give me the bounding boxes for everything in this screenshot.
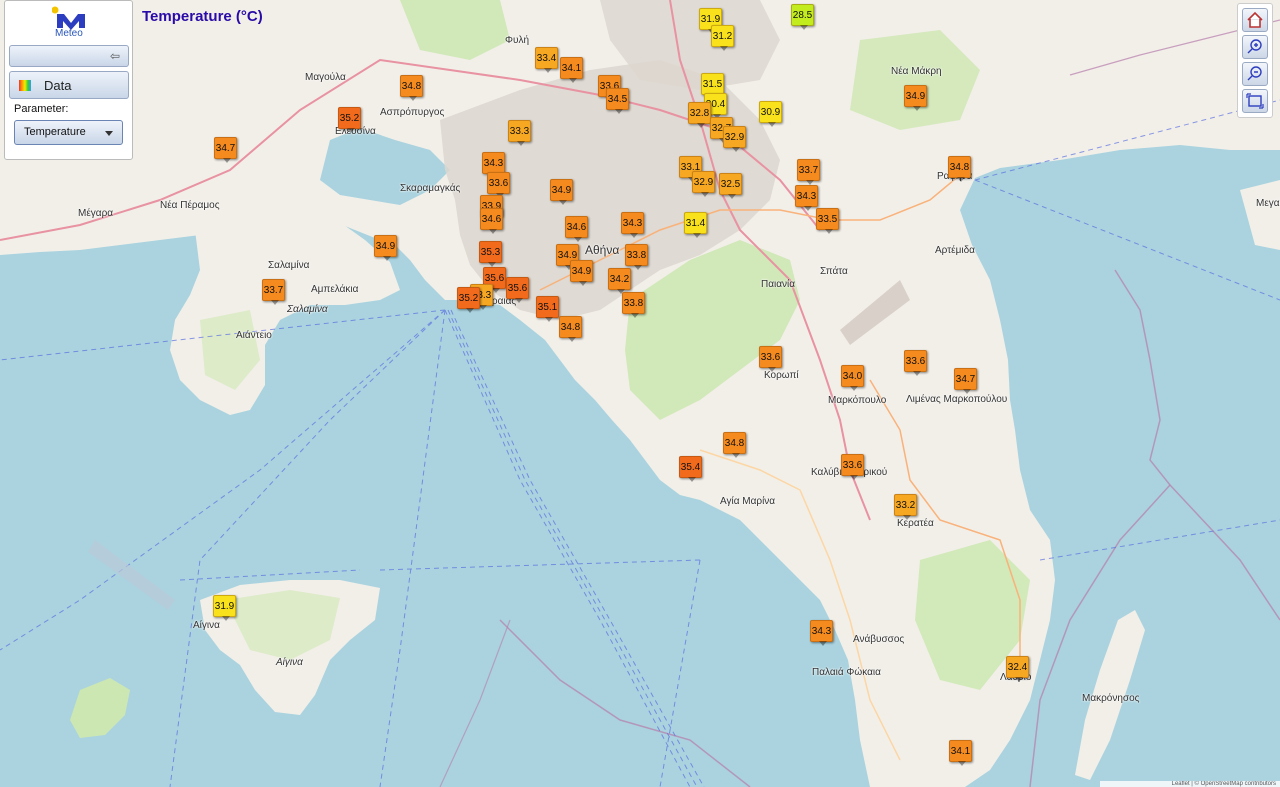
place-label: Μαγούλα xyxy=(305,72,346,83)
zoom-in-button[interactable] xyxy=(1242,35,1268,59)
temperature-marker[interactable]: 32.4 xyxy=(1006,656,1029,682)
data-button[interactable]: Data xyxy=(9,71,129,99)
temperature-marker[interactable]: 35.2 xyxy=(457,287,480,313)
temperature-marker[interactable]: 34.3 xyxy=(621,212,644,238)
temperature-marker[interactable]: 35.1 xyxy=(536,296,559,322)
temperature-marker[interactable]: 34.3 xyxy=(795,185,818,211)
place-label: Παλαιά Φώκαια xyxy=(812,667,881,678)
place-label: Αγία Μαρίνα xyxy=(720,496,776,507)
place-label: Αρτέμιδα xyxy=(935,245,975,256)
place-label: Φυλή xyxy=(505,35,530,46)
place-label: Αιάντειο xyxy=(236,330,272,341)
temperature-marker[interactable]: 33.2 xyxy=(894,494,917,520)
temperature-marker[interactable]: 34.5 xyxy=(606,88,629,114)
place-label: Ασπρόπυργος xyxy=(380,107,445,118)
temperature-marker[interactable]: 34.9 xyxy=(550,179,573,205)
place-label: Μέγαρα xyxy=(78,208,114,219)
temperature-marker[interactable]: 35.6 xyxy=(506,277,529,303)
chevron-down-icon xyxy=(105,131,113,136)
temperature-marker[interactable]: 34.1 xyxy=(949,740,972,766)
temperature-marker[interactable]: 31.4 xyxy=(684,212,707,238)
temperature-marker[interactable]: 32.9 xyxy=(692,171,715,197)
place-label: Σκαραμαγκάς xyxy=(400,183,461,194)
temperature-marker[interactable]: 34.7 xyxy=(214,137,237,163)
zoom-out-icon xyxy=(1247,66,1262,81)
temperature-marker[interactable]: 34.3 xyxy=(810,620,833,646)
logo-text: Meteo xyxy=(55,28,83,39)
temperature-marker[interactable]: 34.8 xyxy=(948,156,971,182)
temperature-marker[interactable]: 34.8 xyxy=(400,75,423,101)
place-label: Παιανία xyxy=(761,279,796,290)
zoom-in-icon xyxy=(1247,39,1262,54)
map-canvas[interactable] xyxy=(0,0,1280,787)
control-panel: Meteo ⇦ Data Parameter: Temperature xyxy=(4,0,133,160)
place-label: Σαλαμίνα xyxy=(268,260,310,271)
map-title: Temperature (°C) xyxy=(142,8,263,25)
temperature-marker[interactable]: 32.9 xyxy=(723,126,746,152)
place-label: Σπάτα xyxy=(820,266,848,277)
temperature-marker[interactable]: 33.6 xyxy=(904,350,927,376)
temperature-marker[interactable]: 34.8 xyxy=(559,316,582,342)
temperature-marker[interactable]: 35.3 xyxy=(479,241,502,267)
temperature-marker[interactable]: 33.4 xyxy=(535,47,558,73)
parameter-label: Parameter: xyxy=(14,103,69,115)
temperature-marker[interactable]: 33.8 xyxy=(622,292,645,318)
city-label: Αθήνα xyxy=(585,243,620,257)
arrow-left-icon: ⇦ xyxy=(109,49,120,63)
zoom-out-button[interactable] xyxy=(1242,62,1268,86)
temperature-marker[interactable]: 34.2 xyxy=(608,268,631,294)
place-label: Λιμένας Μαρκοπούλου xyxy=(906,394,1008,405)
temperature-marker[interactable]: 33.5 xyxy=(816,208,839,234)
temperature-marker[interactable]: 33.6 xyxy=(841,454,864,480)
temperature-marker[interactable]: 35.2 xyxy=(338,107,361,133)
temperature-marker[interactable]: 33.7 xyxy=(262,279,285,305)
island-label: Σαλαμίνα xyxy=(287,304,328,315)
place-label: Νέα Πέραμος xyxy=(160,200,220,211)
home-button[interactable] xyxy=(1242,8,1268,32)
place-label: Μεγαλ xyxy=(1256,198,1280,209)
map-attribution[interactable]: Leaflet | © OpenStreetMap contributors xyxy=(1100,781,1280,787)
temperature-marker[interactable]: 28.5 xyxy=(791,4,814,30)
temperature-marker[interactable]: 33.7 xyxy=(797,159,820,185)
temperature-marker[interactable]: 34.7 xyxy=(954,368,977,394)
temperature-marker[interactable]: 33.3 xyxy=(508,120,531,146)
temperature-marker[interactable]: 34.8 xyxy=(723,432,746,458)
temperature-marker[interactable]: 33.6 xyxy=(487,172,510,198)
temperature-marker[interactable]: 31.9 xyxy=(213,595,236,621)
parameter-select-value: Temperature xyxy=(24,126,86,138)
temperature-marker[interactable]: 34.1 xyxy=(560,57,583,83)
full-extent-button[interactable] xyxy=(1242,89,1268,113)
color-scale-icon xyxy=(19,80,31,91)
temperature-marker[interactable]: 30.9 xyxy=(759,101,782,127)
temperature-marker[interactable]: 31.2 xyxy=(711,25,734,51)
temperature-marker[interactable]: 34.9 xyxy=(374,235,397,261)
place-label: Αίγινα xyxy=(193,620,220,631)
place-label: Αμπελάκια xyxy=(311,284,359,295)
map-toolbar xyxy=(1237,3,1273,118)
full-extent-icon xyxy=(1246,93,1264,109)
place-label: Νέα Μάκρη xyxy=(891,66,942,77)
temperature-marker[interactable]: 33.8 xyxy=(625,244,648,270)
temperature-marker[interactable]: 32.5 xyxy=(719,173,742,199)
temperature-marker[interactable]: 34.0 xyxy=(841,365,864,391)
home-icon xyxy=(1247,11,1263,28)
parameter-select[interactable]: Temperature xyxy=(14,120,123,145)
temperature-marker[interactable]: 33.6 xyxy=(759,346,782,372)
temperature-marker[interactable]: 35.4 xyxy=(679,456,702,482)
temperature-marker[interactable]: 31.5 xyxy=(701,73,724,99)
temperature-marker[interactable]: 34.9 xyxy=(904,85,927,111)
temperature-marker[interactable]: 34.6 xyxy=(565,216,588,242)
collapse-panel-button[interactable]: ⇦ xyxy=(9,45,129,67)
temperature-marker[interactable]: 32.8 xyxy=(688,102,711,128)
island-label: Αίγινα xyxy=(276,657,303,668)
place-label: Μαρκόπουλο xyxy=(828,395,887,406)
place-label: Μακρόνησος xyxy=(1082,693,1140,704)
data-button-label: Data xyxy=(44,78,72,93)
temperature-marker[interactable]: 34.3 xyxy=(482,152,505,178)
temperature-marker[interactable]: 34.9 xyxy=(570,260,593,286)
place-label: Ανάβυσσος xyxy=(853,634,905,645)
temperature-marker[interactable]: 34.6 xyxy=(480,208,503,234)
